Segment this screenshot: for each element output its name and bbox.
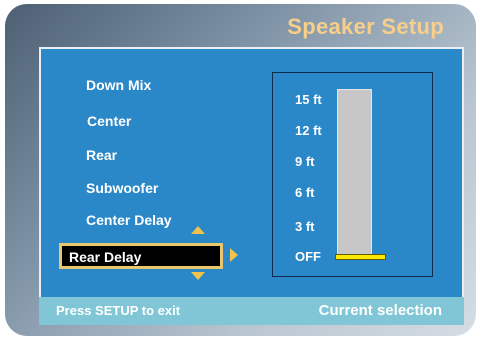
menu-item-rear-delay-selected[interactable]: Rear Delay	[59, 243, 223, 269]
tick-label-15ft: 15 ft	[295, 92, 322, 107]
level-indicator[interactable]	[335, 254, 386, 260]
tick-label-9ft: 9 ft	[295, 154, 315, 169]
speaker-setup-panel: Down Mix Center Rear Subwoofer Center De…	[39, 47, 464, 325]
arrow-up-icon[interactable]	[191, 226, 205, 234]
level-meter: 15 ft 12 ft 9 ft 6 ft 3 ft OFF	[272, 72, 433, 277]
selected-item-label: Rear Delay	[69, 249, 142, 265]
screen-frame: Speaker Setup Down Mix Center Rear Subwo…	[5, 4, 476, 336]
menu-item-center[interactable]: Center	[87, 113, 131, 129]
current-selection-label: Current selection	[318, 302, 442, 319]
tick-label-3ft: 3 ft	[295, 219, 315, 234]
tick-label-off: OFF	[295, 249, 321, 264]
tick-label-12ft: 12 ft	[295, 123, 322, 138]
arrow-right-icon[interactable]	[230, 248, 238, 262]
exit-hint: Press SETUP to exit	[56, 303, 181, 318]
menu-item-down-mix[interactable]: Down Mix	[86, 77, 151, 93]
status-bar: Press SETUP to exit Current selection	[39, 297, 464, 325]
tick-label-6ft: 6 ft	[295, 185, 315, 200]
menu-item-subwoofer[interactable]: Subwoofer	[86, 180, 158, 196]
page-title: Speaker Setup	[287, 14, 444, 39]
level-bar[interactable]	[337, 89, 372, 259]
menu-item-center-delay[interactable]: Center Delay	[86, 212, 172, 228]
arrow-down-icon[interactable]	[191, 272, 205, 280]
menu-item-rear[interactable]: Rear	[86, 147, 117, 163]
